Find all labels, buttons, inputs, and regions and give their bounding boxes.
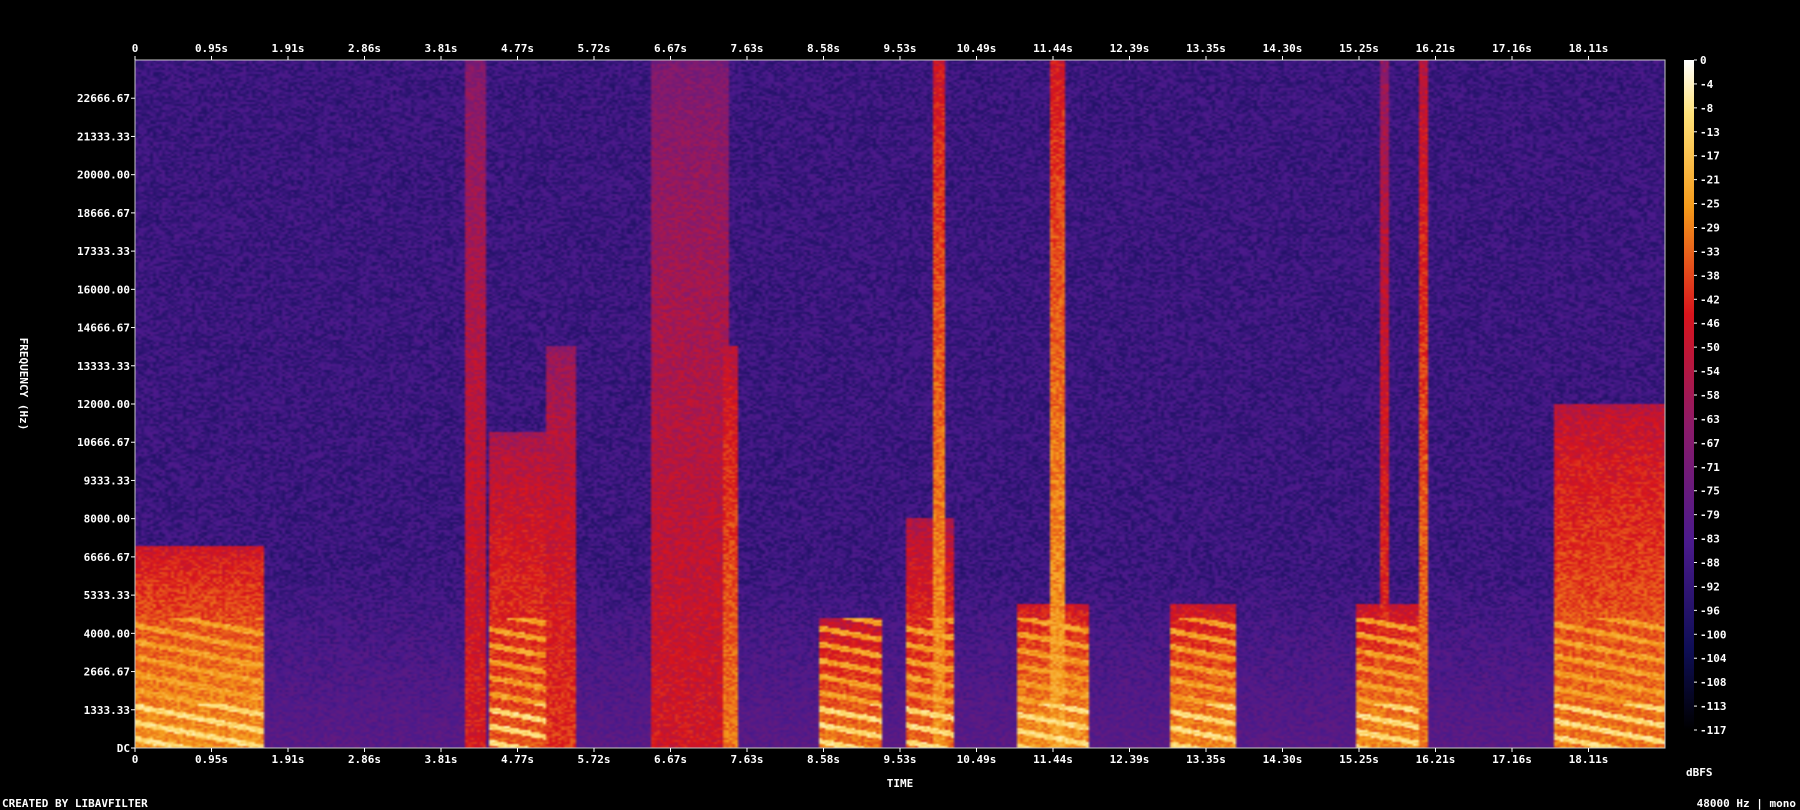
colorbar-tick-label: -21	[1700, 174, 1720, 187]
y-tick-label: 6666.67	[84, 551, 130, 564]
x-tick-label-top: 0	[132, 42, 139, 55]
x-tick-label-bottom: 16.21s	[1416, 753, 1456, 766]
x-tick-label-bottom: 17.16s	[1492, 753, 1532, 766]
x-tick-label-bottom: 18.11s	[1569, 753, 1609, 766]
colorbar-tick-label: -113	[1700, 700, 1727, 713]
y-tick-label: 4000.00	[84, 627, 130, 640]
x-tick-label-bottom: 13.35s	[1186, 753, 1226, 766]
x-tick-label-bottom: 11.44s	[1033, 753, 1073, 766]
colorbar-tick-label: -67	[1700, 437, 1720, 450]
y-tick-label: 20000.00	[77, 169, 130, 182]
x-tick-label-bottom: 12.39s	[1110, 753, 1150, 766]
footer-sample-info: 48000 Hz | mono	[1696, 797, 1796, 810]
x-tick-label-bottom: 0.95s	[195, 753, 228, 766]
x-tick-label-top: 7.63s	[730, 42, 763, 55]
x-tick-label-bottom: 7.63s	[730, 753, 763, 766]
y-tick-label: 21333.33	[77, 130, 130, 143]
colorbar-tick-label: -8	[1700, 102, 1713, 115]
x-tick-label-bottom: 10.49s	[957, 753, 997, 766]
colorbar-tick-label: -50	[1700, 341, 1720, 354]
y-tick-label: 8000.00	[84, 513, 130, 526]
x-tick-label-top: 14.30s	[1263, 42, 1303, 55]
y-tick-label: 13333.33	[77, 360, 130, 373]
colorbar-tick-label: -100	[1700, 628, 1727, 641]
colorbar-tick-label: -42	[1700, 293, 1720, 306]
colorbar-tick-label: 0	[1700, 54, 1707, 67]
colorbar-tick-label: -54	[1700, 365, 1720, 378]
x-tick-label-bottom: 5.72s	[577, 753, 610, 766]
x-tick-label-top: 9.53s	[883, 42, 916, 55]
x-tick-label-top: 8.58s	[807, 42, 840, 55]
x-tick-label-bottom: 2.86s	[348, 753, 381, 766]
colorbar-tick-label: -33	[1700, 245, 1720, 258]
y-axis-label: FREQUENCY (Hz)	[17, 338, 30, 431]
y-tick-label: 5333.33	[84, 589, 130, 602]
x-tick-label-bottom: 8.58s	[807, 753, 840, 766]
colorbar-tick-label: -13	[1700, 126, 1720, 139]
y-tick-label: 12000.00	[77, 398, 130, 411]
x-axis-label: TIME	[887, 777, 914, 790]
colorbar-tick-label: -79	[1700, 509, 1720, 522]
x-tick-label-top: 13.35s	[1186, 42, 1226, 55]
x-tick-label-top: 11.44s	[1033, 42, 1073, 55]
y-tick-label: 2666.67	[84, 666, 130, 679]
colorbar-tick-label: -71	[1700, 461, 1720, 474]
colorbar-tick-label: -88	[1700, 557, 1720, 570]
x-tick-label-bottom: 15.25s	[1339, 753, 1379, 766]
colorbar-tick-label: -58	[1700, 389, 1720, 402]
x-tick-label-top: 10.49s	[957, 42, 997, 55]
x-tick-label-top: 12.39s	[1110, 42, 1150, 55]
x-tick-label-top: 0.95s	[195, 42, 228, 55]
x-tick-label-top: 6.67s	[654, 42, 687, 55]
x-tick-label-top: 4.77s	[501, 42, 534, 55]
x-tick-label-bottom: 3.81s	[424, 753, 457, 766]
colorbar-tick-label: -29	[1700, 222, 1720, 235]
colorbar-tick-label: -38	[1700, 269, 1720, 282]
colorbar-tick-label: -117	[1700, 724, 1727, 737]
colorbar-unit-label: dBFS	[1686, 766, 1713, 779]
x-tick-label-bottom: 6.67s	[654, 753, 687, 766]
x-tick-label-bottom: 14.30s	[1263, 753, 1303, 766]
x-tick-label-top: 2.86s	[348, 42, 381, 55]
colorbar-tick-label: -46	[1700, 317, 1720, 330]
footer-credit: CREATED BY LIBAVFILTER	[2, 797, 148, 810]
x-tick-label-top: 1.91s	[271, 42, 304, 55]
y-tick-label: 22666.67	[77, 92, 130, 105]
x-tick-label-top: 3.81s	[424, 42, 457, 55]
colorbar-tick-label: -25	[1700, 198, 1720, 211]
colorbar-tick-label: -4	[1700, 78, 1714, 91]
colorbar-tick-label: -104	[1700, 652, 1727, 665]
colorbar-tick-label: -108	[1700, 676, 1727, 689]
x-tick-label-top: 17.16s	[1492, 42, 1532, 55]
y-tick-label: 1333.33	[84, 704, 130, 717]
x-tick-label-top: 15.25s	[1339, 42, 1379, 55]
x-tick-label-top: 16.21s	[1416, 42, 1456, 55]
x-tick-label-top: 18.11s	[1569, 42, 1609, 55]
y-tick-label: 14666.67	[77, 322, 130, 335]
y-tick-label: 18666.67	[77, 207, 130, 220]
x-tick-label-bottom: 1.91s	[271, 753, 304, 766]
x-tick-label-bottom: 9.53s	[883, 753, 916, 766]
y-tick-label: 17333.33	[77, 245, 130, 258]
colorbar-tick-label: -96	[1700, 604, 1720, 617]
y-tick-label: 10666.67	[77, 436, 130, 449]
colorbar-tick-label: -92	[1700, 580, 1720, 593]
spectrogram-image	[135, 60, 1665, 748]
x-tick-label-bottom: 0	[132, 753, 139, 766]
colorbar	[1684, 60, 1694, 730]
x-tick-label-bottom: 4.77s	[501, 753, 534, 766]
spectrogram-chart: 0 0 0.95s 0.95s 1.91s 1.91s 2.86s 2.86s 3.81s 3.8…	[17, 42, 1727, 790]
colorbar-tick-label: -83	[1700, 533, 1720, 546]
colorbar-tick-label: -63	[1700, 413, 1720, 426]
y-tick-label: 16000.00	[77, 283, 130, 296]
x-tick-label-top: 5.72s	[577, 42, 610, 55]
y-tick-label: DC	[117, 742, 130, 755]
y-tick-label: 9333.33	[84, 474, 130, 487]
colorbar-tick-label: -75	[1700, 485, 1720, 498]
colorbar-tick-label: -17	[1700, 150, 1720, 163]
